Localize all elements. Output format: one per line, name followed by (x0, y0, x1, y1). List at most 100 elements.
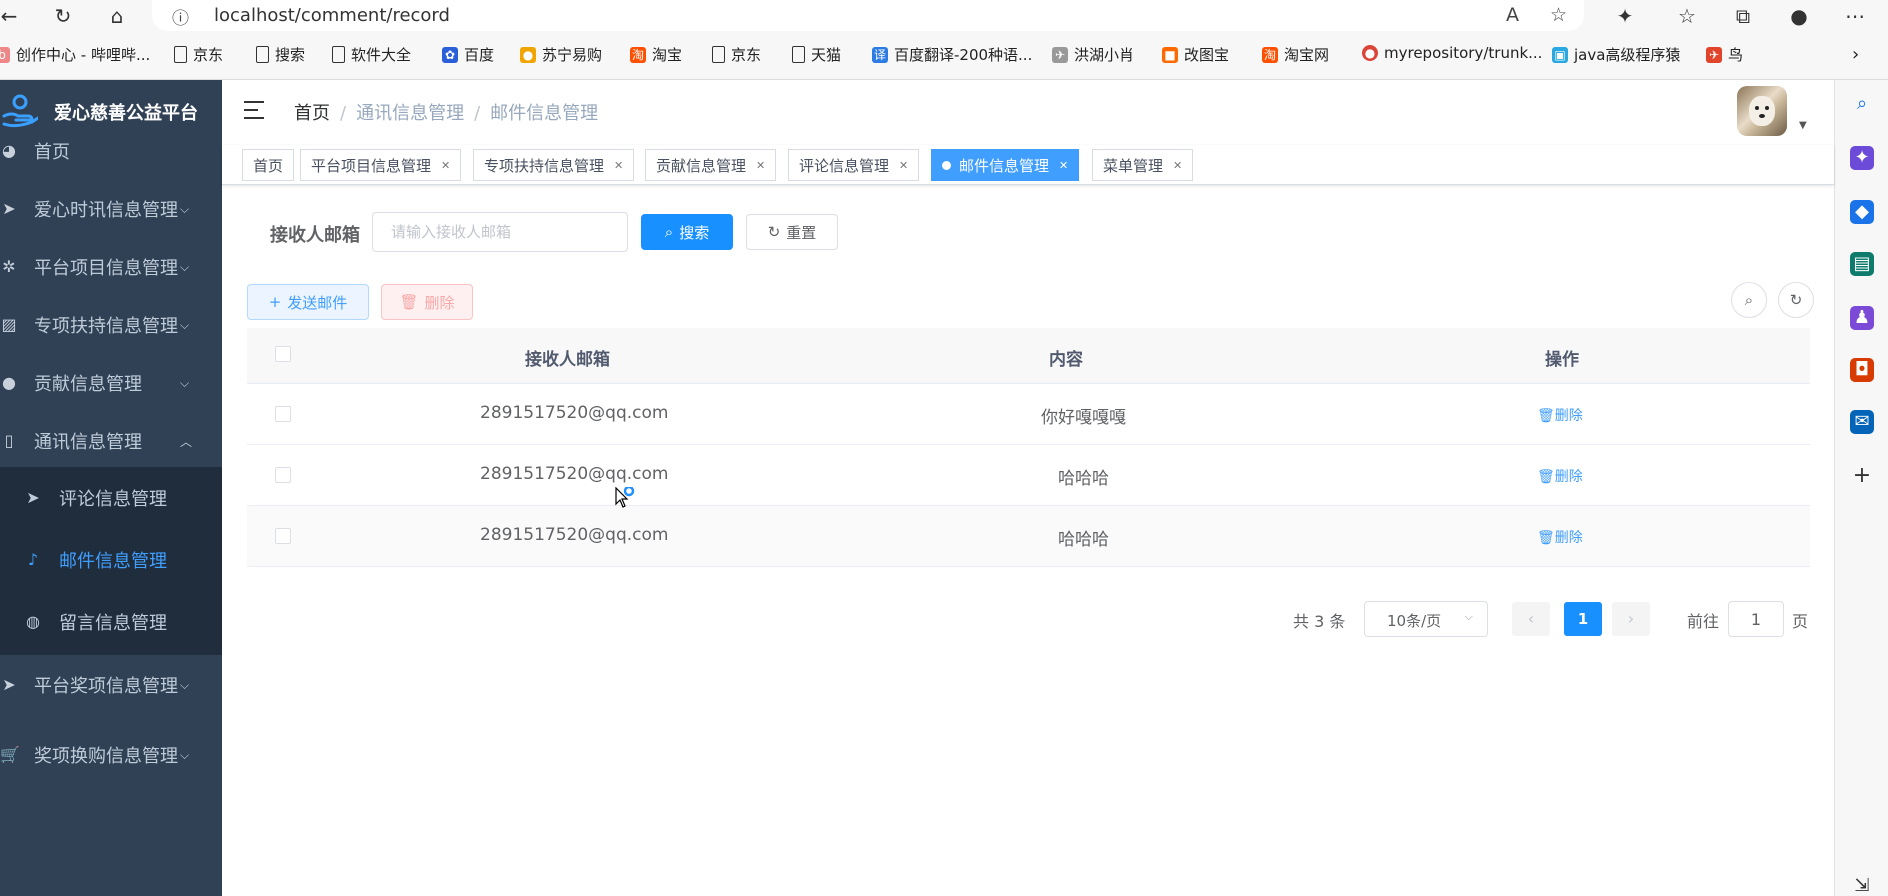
toolbox-icon[interactable]: ▤ (1850, 252, 1874, 276)
read-aloud-icon[interactable]: A (1506, 4, 1519, 26)
reload-icon[interactable]: ↻ (50, 3, 76, 29)
chevron-up-icon: ︿ (180, 434, 193, 449)
row-delete-link[interactable]: 🗑删除 (1537, 466, 1583, 486)
bookmark-item[interactable]: 淘淘宝 (630, 44, 682, 65)
bookmark-item[interactable]: 译百度翻译-200种语... (872, 44, 1032, 65)
sidebar-item-award-exchange[interactable]: 🛒 奖项换购信息管理 ⌵ (0, 720, 222, 790)
copilot-icon[interactable]: ✦ (1850, 146, 1874, 170)
sidebar-item-messages[interactable]: ◍ 留言信息管理 (0, 591, 222, 653)
row-checkbox[interactable] (275, 406, 291, 422)
next-page-button[interactable]: › (1612, 602, 1650, 636)
chevron-down-icon: ⌵ (1464, 610, 1473, 623)
close-icon[interactable]: ✕ (756, 159, 765, 172)
close-icon[interactable]: ✕ (899, 159, 908, 172)
users-icon: ● (2, 373, 16, 392)
search-button[interactable]: ⌕ 搜索 (641, 214, 733, 250)
translate-icon: 译 (872, 46, 888, 63)
pagination-total: 共 3 条 (1293, 612, 1346, 631)
bookmark-item[interactable]: 搜索 (256, 44, 305, 65)
prev-page-button[interactable]: ‹ (1512, 602, 1550, 636)
bookmark-item[interactable]: 京东 (712, 44, 761, 65)
chevron-down-icon: ⌵ (180, 747, 190, 762)
trash-icon: 🗑 (1537, 469, 1555, 485)
shopping-tag-icon[interactable]: ◆ (1850, 200, 1874, 224)
bookmark-item[interactable]: ● myrepository/trunk... (1362, 44, 1542, 62)
favorite-icon[interactable]: ☆ (1550, 4, 1567, 26)
sidebar-item-communication[interactable]: ▯ 通讯信息管理 ︿ (0, 406, 222, 476)
page-number-button[interactable]: 1 (1564, 602, 1602, 636)
search-icon[interactable]: ⌕ (1850, 92, 1874, 116)
tag-comments[interactable]: 评论信息管理 ✕ (788, 149, 920, 181)
refresh-button[interactable]: ↻ (1778, 282, 1814, 318)
bookmark-item[interactable]: 京东 (174, 44, 223, 65)
close-icon[interactable]: ✕ (1059, 159, 1068, 172)
tag-menu[interactable]: 菜单管理 ✕ (1092, 149, 1194, 181)
recipient-email-input[interactable] (372, 212, 628, 252)
bookmark-item[interactable]: 淘淘宝网 (1262, 44, 1329, 65)
goto-page-input[interactable] (1728, 601, 1784, 637)
address-bar[interactable]: ⓘ localhost/comment/record A ☆ (152, 0, 1584, 31)
sidebar-item-awards[interactable]: ➤ 平台奖项信息管理 ⌵ (0, 650, 222, 720)
url-text[interactable]: localhost/comment/record (214, 5, 450, 26)
bookmark-item[interactable]: ✈ 鸟 (1706, 44, 1743, 65)
tag-special-support[interactable]: 专项扶持信息管理 ✕ (473, 149, 635, 181)
bookmark-item[interactable]: 软件大全 (332, 44, 411, 65)
send-mail-button[interactable]: + 发送邮件 (247, 284, 369, 320)
table-row[interactable]: 2891517520@qq.com 哈哈哈 🗑删除 (247, 506, 1810, 567)
back-icon[interactable]: ← (0, 3, 22, 29)
chevron-down-icon: ⌵ (180, 677, 190, 692)
profile-icon[interactable]: ● (1786, 3, 1812, 29)
more-icon[interactable]: ⋯ (1842, 3, 1868, 29)
close-icon[interactable]: ✕ (1173, 159, 1182, 172)
tv-icon: ▣ (1552, 46, 1568, 63)
delete-button[interactable]: 🗑 删除 (381, 284, 473, 320)
gear-icon: ✲ (2, 257, 16, 276)
tag-home[interactable]: 首页 (242, 149, 295, 181)
bookmark-item[interactable]: b 创作中心 - 哔哩哔... (0, 44, 150, 65)
close-icon[interactable]: ✕ (441, 159, 450, 172)
sidebar: 爱心慈善公益平台 ◕ 首页 ➤ 爱心时讯信息管理 ⌵ ✲ 平台项目信息管理 ⌵ … (0, 80, 222, 896)
bookmark-item[interactable]: ✿ 百度 (442, 44, 494, 65)
bookmarks-more-icon[interactable]: › (1852, 44, 1859, 65)
bird-icon: ✈ (1706, 46, 1722, 63)
row-delete-link[interactable]: 🗑删除 (1537, 527, 1583, 547)
favorites-icon[interactable]: ☆ (1674, 3, 1700, 29)
site-info-icon[interactable]: ⓘ (172, 4, 189, 29)
panel-toggle-icon[interactable]: ⇲ (1850, 874, 1874, 896)
bell-icon: ♪ (27, 550, 39, 569)
tag-mail[interactable]: 邮件信息管理 ✕ (931, 149, 1080, 181)
home-icon[interactable]: ⌂ (104, 3, 130, 29)
bookmark-item[interactable]: ✈ 洪湖小肖 (1052, 44, 1134, 65)
breadcrumb-item[interactable]: 首页 (294, 103, 330, 124)
avatar[interactable] (1737, 86, 1787, 136)
office-icon[interactable]: ◘ (1850, 358, 1874, 382)
extensions-icon[interactable]: ✦ (1612, 3, 1638, 29)
cell-content: 哈哈哈 (1058, 530, 1109, 550)
bookmark-item[interactable]: ▣ java高级程序猿 (1552, 44, 1680, 65)
refresh-icon: ↻ (1789, 291, 1803, 309)
table-row[interactable]: 2891517520@qq.com 你好嘎嘎嘎 🗑删除 (247, 384, 1810, 445)
row-checkbox[interactable] (275, 467, 291, 483)
page-size-select[interactable]: 10条/页 ⌵ (1364, 601, 1488, 637)
collections-icon[interactable]: ⧉ (1730, 3, 1756, 29)
tag-platform-projects[interactable]: 平台项目信息管理 ✕ (300, 149, 462, 181)
close-icon[interactable]: ✕ (614, 159, 623, 172)
tag-contribution[interactable]: 贡献信息管理 ✕ (645, 149, 777, 181)
bookmark-item[interactable]: 天猫 (792, 44, 841, 65)
toggle-search-button[interactable]: ⌕ (1731, 282, 1767, 318)
reset-button[interactable]: ↻ 重置 (746, 214, 838, 250)
bookmark-item[interactable]: ■ 改图宝 (1162, 44, 1229, 65)
games-icon[interactable]: ♟ (1850, 306, 1874, 330)
select-all-checkbox[interactable] (275, 346, 291, 362)
outlook-icon[interactable]: ✉ (1850, 410, 1874, 434)
bookmark-item[interactable]: ● 苏宁易购 (520, 44, 602, 65)
hamburger-icon[interactable] (244, 100, 266, 120)
caret-down-icon[interactable]: ▼ (1799, 120, 1807, 131)
add-icon[interactable]: + (1850, 464, 1874, 488)
sidebar-item-comments[interactable]: ➤ 评论信息管理 (0, 467, 222, 529)
sidebar-item-mail[interactable]: ♪ 邮件信息管理 (0, 529, 222, 591)
row-delete-link[interactable]: 🗑删除 (1537, 405, 1583, 425)
table-row[interactable]: 2891517520@qq.com 哈哈哈 🗑删除 (247, 445, 1810, 506)
row-checkbox[interactable] (275, 528, 291, 544)
book-icon: ▯ (4, 431, 14, 450)
